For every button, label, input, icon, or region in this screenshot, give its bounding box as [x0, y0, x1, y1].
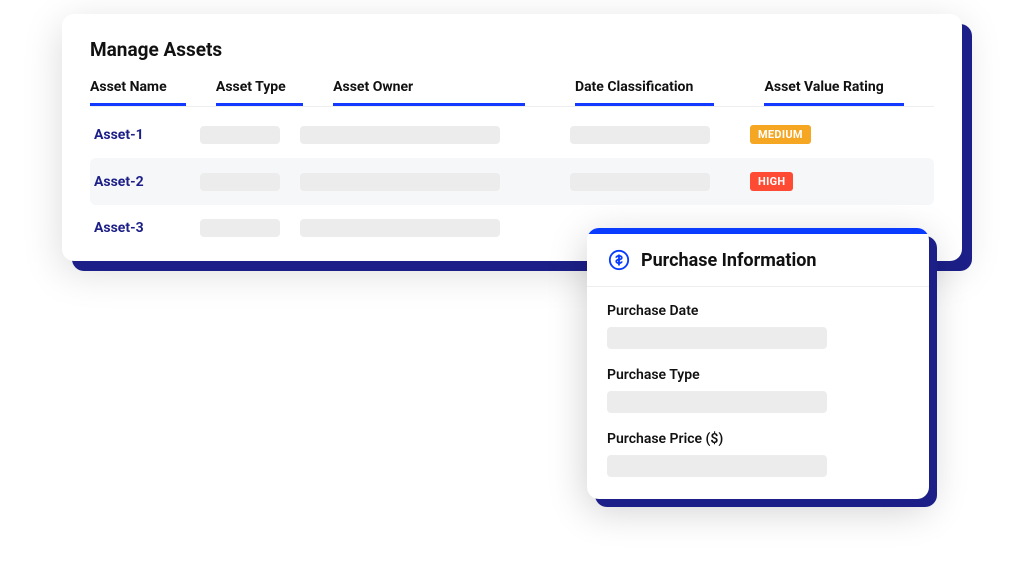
- skeleton-placeholder: [570, 126, 710, 144]
- asset-name-link[interactable]: Asset-2: [90, 174, 200, 190]
- purchase-price-input[interactable]: [607, 455, 827, 477]
- purchase-date-label: Purchase Date: [607, 303, 909, 319]
- form-group-purchase-type: Purchase Type: [607, 367, 909, 413]
- skeleton-placeholder: [200, 126, 280, 144]
- purchase-type-input[interactable]: [607, 391, 827, 413]
- popup-title: Purchase Information: [641, 250, 817, 271]
- col-asset-name[interactable]: Asset Name: [90, 79, 186, 106]
- skeleton-placeholder: [200, 173, 280, 191]
- manage-assets-card: Manage Assets Asset Name Asset Type Asse…: [62, 14, 962, 261]
- assets-table-header: Asset Name Asset Type Asset Owner Date C…: [90, 79, 934, 107]
- col-asset-owner[interactable]: Asset Owner: [333, 79, 525, 106]
- col-asset-type[interactable]: Asset Type: [216, 79, 303, 106]
- rating-badge-medium: MEDIUM: [750, 125, 811, 144]
- dollar-circle-icon: [607, 248, 631, 272]
- page-title: Manage Assets: [90, 38, 934, 61]
- skeleton-placeholder: [300, 173, 500, 191]
- rating-badge-high: HIGH: [750, 172, 793, 191]
- asset-name-link[interactable]: Asset-3: [90, 220, 200, 236]
- asset-name-link[interactable]: Asset-1: [90, 127, 200, 143]
- skeleton-placeholder: [300, 126, 500, 144]
- col-date-classification[interactable]: Date Classification: [575, 79, 715, 106]
- popup-body: Purchase Date Purchase Type Purchase Pri…: [587, 287, 929, 499]
- form-group-purchase-price: Purchase Price ($): [607, 431, 909, 477]
- popup-header: Purchase Information: [587, 234, 929, 287]
- col-asset-value-rating[interactable]: Asset Value Rating: [764, 79, 904, 106]
- table-row[interactable]: Asset-1 MEDIUM: [90, 111, 934, 158]
- form-group-purchase-date: Purchase Date: [607, 303, 909, 349]
- purchase-price-label: Purchase Price ($): [607, 431, 909, 447]
- table-row[interactable]: Asset-2 HIGH: [90, 158, 934, 205]
- skeleton-placeholder: [570, 173, 710, 191]
- skeleton-placeholder: [200, 219, 280, 237]
- purchase-type-label: Purchase Type: [607, 367, 909, 383]
- skeleton-placeholder: [300, 219, 500, 237]
- purchase-date-input[interactable]: [607, 327, 827, 349]
- purchase-information-panel: Purchase Information Purchase Date Purch…: [587, 228, 929, 499]
